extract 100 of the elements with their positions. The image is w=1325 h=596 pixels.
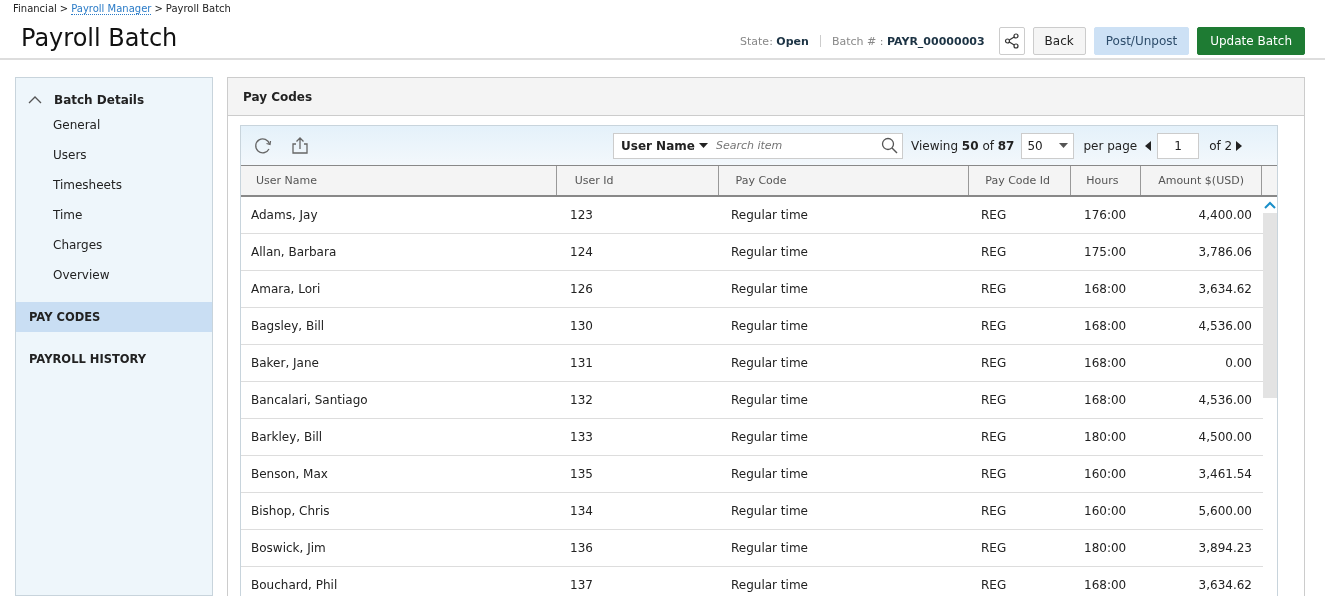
- table-cell-text: 168:00: [1083, 578, 1128, 592]
- page-title: Payroll Batch: [21, 24, 179, 54]
- table-cell-text: 3,786.06: [1197, 245, 1253, 259]
- table-cell-text: Regular time: [730, 245, 809, 259]
- breadcrumb-separator: >: [59, 3, 69, 15]
- search-field[interactable]: User Name Search item: [613, 132, 903, 159]
- table-cell-text: Bancalari, Santiago: [250, 393, 369, 407]
- table-cell-text: 3,894.23: [1197, 541, 1253, 555]
- page-count: of 2: [1209, 138, 1233, 153]
- column-header[interactable]: Pay Code Id: [969, 166, 1072, 195]
- table-cell-text: Regular time: [730, 430, 809, 444]
- table-cell-text: Regular time: [730, 467, 809, 481]
- table-cell-text: 132: [569, 393, 594, 407]
- page-field[interactable]: 1: [1157, 132, 1200, 159]
- table-cell-text: Regular time: [730, 356, 809, 370]
- table-cell-text: 130: [569, 319, 594, 333]
- sidebar-item[interactable]: Time: [16, 200, 212, 230]
- table-cell-text: 0.00: [1224, 356, 1253, 370]
- sidebar-item[interactable]: Overview: [16, 260, 212, 290]
- table-cell-text: REG: [980, 245, 1008, 259]
- table-cell-text: 124: [569, 245, 594, 259]
- table-cell-text: REG: [980, 282, 1008, 296]
- table-cell-text: 4,400.00: [1197, 208, 1253, 222]
- back-button[interactable]: Back: [1032, 27, 1086, 55]
- table-cell-text: Benson, Max: [250, 467, 329, 481]
- batch-number: Batch # : PAYR_00000003: [831, 34, 985, 48]
- table-cell-text: 123: [569, 208, 594, 222]
- table-cell-text: REG: [980, 578, 1008, 592]
- table-cell-text: Boswick, Jim: [250, 541, 327, 555]
- column-header[interactable]: User Id: [556, 166, 719, 195]
- state-label: State: Open: [740, 34, 809, 48]
- table-cell-text: 168:00: [1083, 319, 1128, 333]
- table-cell-text: Amara, Lori: [250, 282, 322, 296]
- table-cell-text: REG: [980, 356, 1008, 370]
- table-cell-text: 4,536.00: [1197, 319, 1253, 333]
- viewing-count: Viewing 50 of 87: [911, 138, 1015, 153]
- table-cell-text: Baker, Jane: [250, 356, 320, 370]
- table-cell-text: 4,500.00: [1197, 430, 1253, 444]
- table-cell-text: Bagsley, Bill: [250, 319, 326, 333]
- column-header[interactable]: Hours: [1071, 166, 1142, 195]
- post-button[interactable]: Post/Unpost: [1093, 27, 1190, 55]
- table-cell-text: 5,600.00: [1197, 504, 1253, 518]
- per-page-dropdown[interactable]: 50: [1021, 132, 1075, 159]
- table-cell-text: 168:00: [1083, 393, 1128, 407]
- breadcrumb-separator: >: [154, 3, 163, 15]
- table-cell-text: 175:00: [1083, 245, 1128, 259]
- table-cell-text: Regular time: [730, 319, 809, 333]
- sidebar-item[interactable]: Charges: [16, 230, 212, 260]
- table-cell-text: 160:00: [1083, 467, 1128, 481]
- table-cell-text: Allan, Barbara: [250, 245, 338, 259]
- breadcrumb-item: Payroll Batch: [165, 3, 231, 15]
- table-cell-text: Barkley, Bill: [250, 430, 324, 444]
- table-cell-text: 131: [569, 356, 594, 370]
- panel-title: Pay Codes: [243, 89, 313, 104]
- column-header[interactable]: Pay Code: [718, 166, 970, 195]
- table-cell-text: 134: [569, 504, 594, 518]
- table-cell-text: Regular time: [730, 208, 809, 222]
- table-cell-text: 3,634.62: [1197, 282, 1253, 296]
- table-cell-text: Adams, Jay: [250, 208, 319, 222]
- table-cell-text: REG: [980, 430, 1008, 444]
- table-cell-text: REG: [980, 541, 1008, 555]
- table-cell-text: 3,461.54: [1197, 467, 1253, 481]
- update-button[interactable]: Update Batch: [1197, 27, 1305, 55]
- table-cell-text: REG: [980, 467, 1008, 481]
- table-cell-text: Regular time: [730, 578, 809, 592]
- sidebar-item[interactable]: Users: [16, 140, 212, 170]
- table-cell-text: 3,634.62: [1197, 578, 1253, 592]
- table-cell-text: 180:00: [1083, 541, 1128, 555]
- table-cell-text: 168:00: [1083, 282, 1128, 296]
- table-cell-text: Bouchard, Phil: [250, 578, 339, 592]
- table-cell-text: REG: [980, 319, 1008, 333]
- table-cell-text: 176:00: [1083, 208, 1128, 222]
- per-page-label: per page: [1083, 138, 1138, 153]
- breadcrumb-item: Financial: [13, 3, 57, 15]
- sidebar-item[interactable]: General: [16, 110, 212, 140]
- sidebar-group-header[interactable]: Batch Details: [16, 90, 212, 110]
- column-header[interactable]: Amount $(USD): [1141, 166, 1262, 195]
- table-cell-text: 168:00: [1083, 356, 1128, 370]
- table-cell-text: 160:00: [1083, 504, 1128, 518]
- breadcrumb-link[interactable]: Payroll Manager: [71, 3, 152, 15]
- search-by-dropdown[interactable]: User Name: [621, 138, 708, 153]
- table-cell-text: 4,536.00: [1197, 393, 1253, 407]
- table-cell-text: 180:00: [1083, 430, 1128, 444]
- table-cell-text: 135: [569, 467, 594, 481]
- table-cell-text: REG: [980, 393, 1008, 407]
- sidebar-section[interactable]: PAYROLL HISTORY: [16, 344, 212, 374]
- table-cell-text: 137: [569, 578, 594, 592]
- table-cell-text: Regular time: [730, 504, 809, 518]
- table-cell-text: Regular time: [730, 541, 809, 555]
- column-header[interactable]: User Name: [241, 166, 557, 195]
- table-cell-text: REG: [980, 504, 1008, 518]
- table-cell-text: 136: [569, 541, 594, 555]
- sidebar-item[interactable]: Timesheets: [16, 170, 212, 200]
- table-cell-text: Regular time: [730, 282, 809, 296]
- table-cell-text: Bishop, Chris: [250, 504, 331, 518]
- table-cell-text: 126: [569, 282, 594, 296]
- table-cell-text: REG: [980, 208, 1008, 222]
- table-cell-text: Regular time: [730, 393, 809, 407]
- sidebar-section[interactable]: PAY CODES: [16, 302, 212, 332]
- table-cell-text: 133: [569, 430, 594, 444]
